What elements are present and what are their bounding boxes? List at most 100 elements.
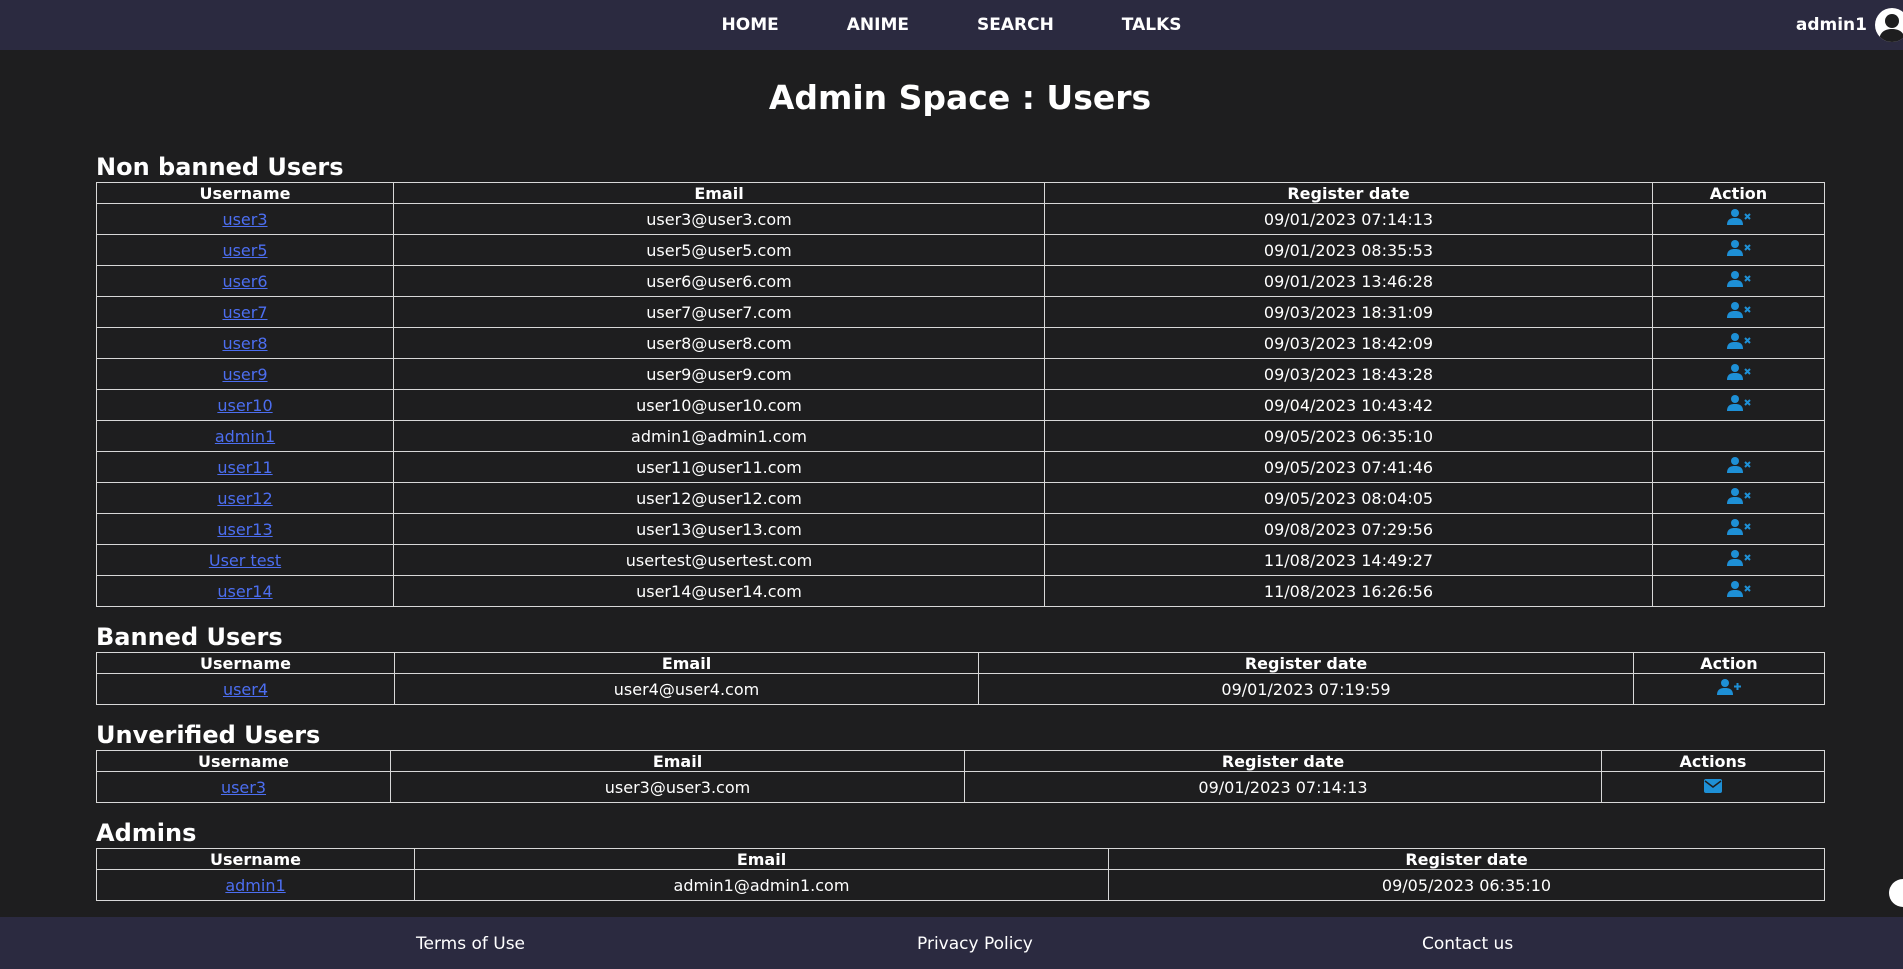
register-date-cell: 09/01/2023 07:14:13 [964,771,1602,803]
column-header-register-date: Register date [1108,848,1825,870]
username-cell: user14 [96,575,394,607]
table-row: user3 user3@user3.com 09/01/2023 07:14:13 [96,203,1825,235]
action-cell [1652,420,1825,452]
table-row: user13 user13@user13.com 09/08/2023 07:29:… [96,513,1825,545]
nav-user-menu[interactable]: admin1 [1796,0,1903,50]
username-link[interactable]: user5 [222,241,267,260]
email-cell: user5@user5.com [393,234,1045,266]
ban-user-icon [1726,364,1751,385]
action-cell [1633,673,1825,705]
table-row: user9 user9@user9.com 09/03/2023 18:43:28 [96,358,1825,390]
nav-anime-link[interactable]: ANIME [813,15,943,35]
table-row: user5 user5@user5.com 09/01/2023 08:35:53 [96,234,1825,266]
ban-user-button[interactable] [1726,208,1751,230]
non-banned-users-table: Username Email Register date Action user… [96,182,1825,607]
username-link[interactable]: user4 [223,680,268,699]
ban-user-button[interactable] [1726,549,1751,571]
email-cell: user14@user14.com [393,575,1045,607]
email-cell: user9@user9.com [393,358,1045,390]
username-cell: admin1 [96,869,415,901]
envelope-button[interactable] [1704,778,1722,797]
page-title: Admin Space : Users [768,78,1152,117]
username-link[interactable]: user7 [222,303,267,322]
ban-user-icon [1726,333,1751,354]
username-link[interactable]: admin1 [215,427,275,446]
column-header-action: Action [1652,182,1825,204]
username-cell: user7 [96,296,394,328]
register-date-cell: 09/08/2023 07:29:56 [1044,513,1653,545]
username-link[interactable]: user11 [217,458,272,477]
username-link[interactable]: user12 [217,489,272,508]
column-header-username: Username [96,848,415,870]
column-header-username: Username [96,652,395,674]
email-cell: user10@user10.com [393,389,1045,421]
ban-user-button[interactable] [1726,270,1751,292]
table-row: user7 user7@user7.com 09/03/2023 18:31:09 [96,296,1825,328]
table-header-row: Username Email Register date Action [96,182,1825,204]
username-link[interactable]: user10 [217,396,272,415]
column-header-username: Username [96,750,391,772]
table-row: user8 user8@user8.com 09/03/2023 18:42:09 [96,327,1825,359]
ban-user-button[interactable] [1726,487,1751,509]
username-link[interactable]: user14 [217,582,272,601]
action-cell [1652,575,1825,607]
footer-contact-link[interactable]: Contact us [1422,934,1513,954]
ban-user-button[interactable] [1726,301,1751,323]
register-date-cell: 09/05/2023 06:35:10 [1044,420,1653,452]
register-date-cell: 09/05/2023 08:04:05 [1044,482,1653,514]
nav-username[interactable]: admin1 [1796,15,1867,35]
email-cell: user6@user6.com [393,265,1045,297]
username-link[interactable]: User test [209,551,281,570]
column-header-email: Email [394,652,979,674]
register-date-cell: 09/01/2023 13:46:28 [1044,265,1653,297]
table-header-row: Username Email Register date [96,848,1825,870]
ban-user-button[interactable] [1726,394,1751,416]
user-avatar-icon[interactable] [1875,8,1903,42]
register-date-cell: 09/04/2023 10:43:42 [1044,389,1653,421]
action-cell [1652,544,1825,576]
column-header-action: Action [1633,652,1825,674]
username-cell: user8 [96,327,394,359]
column-header-email: Email [393,182,1045,204]
column-header-email: Email [390,750,965,772]
username-link[interactable]: user3 [221,778,266,797]
register-date-cell: 09/03/2023 18:42:09 [1044,327,1653,359]
nav-home-link[interactable]: HOME [688,15,813,35]
nav-talks-link[interactable]: TALKS [1088,15,1216,35]
nav-search-link[interactable]: SEARCH [943,15,1088,35]
ban-user-icon [1726,519,1751,540]
username-cell: user10 [96,389,394,421]
username-link[interactable]: admin1 [225,876,285,895]
envelope-icon [1704,778,1722,797]
footer-terms-link[interactable]: Terms of Use [416,934,525,954]
username-link[interactable]: user3 [222,210,267,229]
username-cell: user9 [96,358,394,390]
unban-user-button[interactable] [1717,678,1741,700]
unverified-users-heading: Unverified Users [96,721,321,749]
column-header-username: Username [96,182,394,204]
ban-user-icon [1726,240,1751,261]
action-cell [1652,389,1825,421]
username-cell: User test [96,544,394,576]
ban-user-button[interactable] [1726,239,1751,261]
username-link[interactable]: user6 [222,272,267,291]
action-cell [1652,265,1825,297]
ban-user-button[interactable] [1726,580,1751,602]
username-link[interactable]: user13 [217,520,272,539]
ban-user-button[interactable] [1726,332,1751,354]
footer-privacy-link[interactable]: Privacy Policy [917,934,1033,954]
username-cell: user4 [96,673,395,705]
non-banned-users-heading: Non banned Users [96,153,344,181]
ban-user-button[interactable] [1726,456,1751,478]
username-link[interactable]: user8 [222,334,267,353]
username-link[interactable]: user9 [222,365,267,384]
nav-links: HOME ANIME SEARCH TALKS [0,0,1903,50]
ban-user-icon [1726,581,1751,602]
action-cell [1652,203,1825,235]
ban-user-button[interactable] [1726,363,1751,385]
ban-user-button[interactable] [1726,518,1751,540]
register-date-cell: 09/03/2023 18:43:28 [1044,358,1653,390]
username-cell: user5 [96,234,394,266]
ban-user-icon [1726,271,1751,292]
side-widget-tab[interactable] [1889,879,1903,907]
